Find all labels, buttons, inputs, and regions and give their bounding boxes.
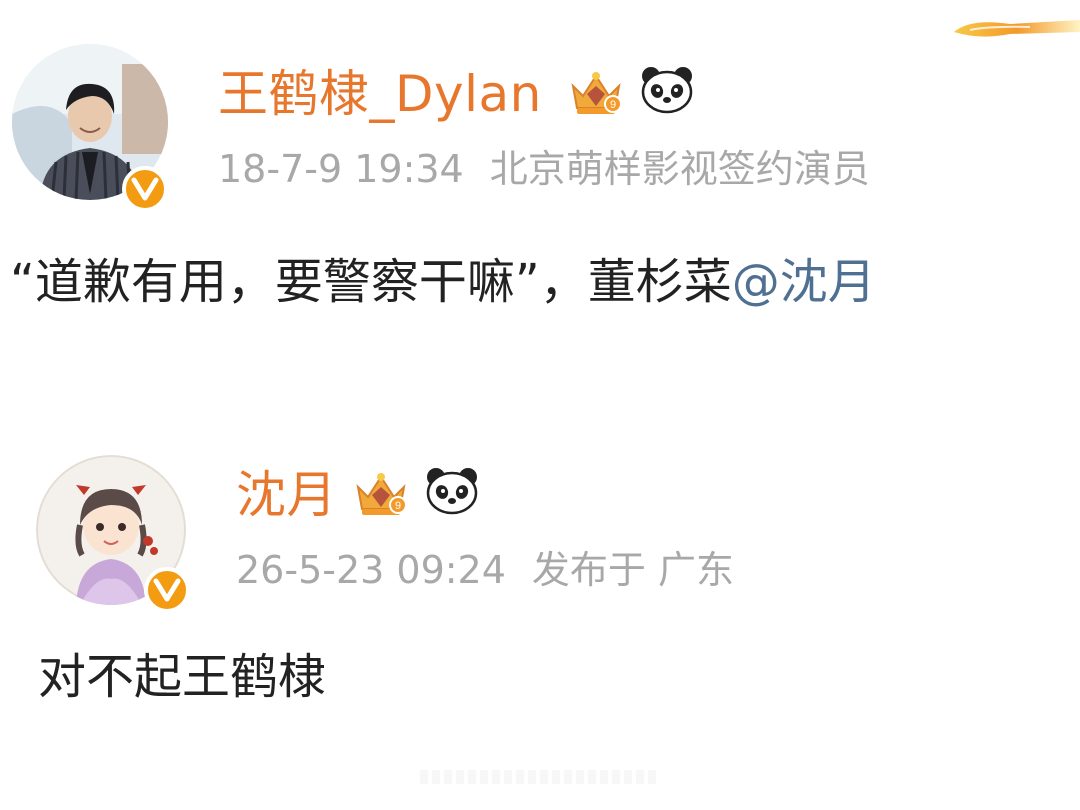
crown-badge-icon[interactable]: 9 (567, 68, 625, 118)
crown-badge-icon[interactable]: 9 (352, 469, 410, 519)
post-content: “道歉有用，要警察干嘛”，董杉菜@沈月 (10, 252, 876, 312)
verified-check-icon (153, 578, 181, 602)
avatar[interactable] (36, 455, 190, 613)
post-meta: 18-7-9 19:34 北京萌样影视签约演员 (218, 146, 870, 192)
post-timestamp: 26-5-23 09:24 (236, 548, 506, 592)
svg-text:9: 9 (395, 500, 401, 512)
verified-badge (122, 166, 168, 212)
username[interactable]: 沈月 (236, 465, 337, 525)
verified-check-icon (131, 177, 159, 201)
post-meta: 26-5-23 09:24 发布于 广东 (236, 547, 734, 593)
post-text: 对不起王鹤棣 (38, 649, 327, 705)
svg-text:9: 9 (610, 99, 616, 111)
post-location: 发布于 广东 (531, 548, 734, 592)
post-card: 王鹤棣_Dylan 9 18-7-9 19:34 北京萌样影视签约演员 “道歉有用… (0, 38, 1080, 378)
post-text: “道歉有用，要警察干嘛”，董杉菜 (10, 254, 732, 310)
panda-icon[interactable] (423, 465, 481, 515)
post-card: 沈月 9 26-5-23 09:24 发布于 广东 对不起王鹤棣 (0, 445, 1080, 745)
post-source: 北京萌样影视签约演员 (489, 147, 870, 191)
faded-overlay-strip (420, 770, 660, 784)
post-timestamp: 18-7-9 19:34 (218, 147, 464, 191)
verified-badge (144, 567, 190, 613)
post-content: 对不起王鹤棣 (38, 647, 326, 707)
panda-icon[interactable] (638, 64, 696, 114)
mention-link[interactable]: @沈月 (732, 254, 876, 310)
screenshot-page: 王鹤棣_Dylan 9 18-7-9 19:34 北京萌样影视签约演员 “道歉有用… (0, 0, 1080, 810)
username[interactable]: 王鹤棣_Dylan (218, 64, 542, 124)
avatar[interactable] (12, 44, 168, 212)
